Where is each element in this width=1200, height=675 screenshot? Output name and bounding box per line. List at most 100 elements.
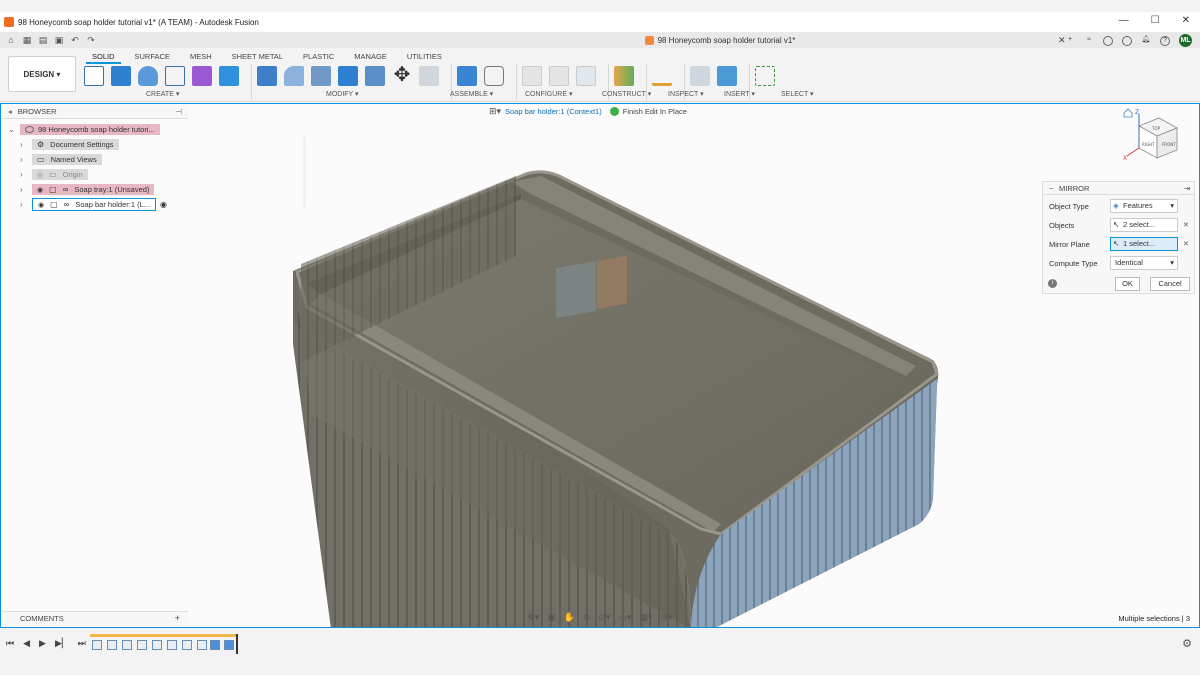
align-icon[interactable] bbox=[419, 66, 439, 86]
new-component-icon[interactable] bbox=[457, 66, 477, 86]
object-type-dropdown[interactable]: ◈ Features ▾ bbox=[1110, 199, 1178, 213]
configure-icon[interactable] bbox=[522, 66, 542, 86]
info-icon[interactable]: i bbox=[1048, 279, 1057, 288]
chevron-down-icon[interactable]: ⌄ bbox=[8, 125, 16, 134]
orbit-icon[interactable]: ✥▾ bbox=[527, 612, 539, 623]
display-settings-icon[interactable]: ▭▾ bbox=[618, 612, 631, 623]
eye-icon[interactable] bbox=[25, 126, 34, 133]
home-view-icon[interactable] bbox=[1123, 108, 1133, 118]
chevron-right-icon[interactable]: › bbox=[20, 185, 28, 194]
tab-manage[interactable]: MANAGE bbox=[348, 51, 393, 64]
maximize-button[interactable]: ☐ bbox=[1151, 15, 1160, 26]
browser-root-node[interactable]: ⌄ 98 Honeycomb soap holder tutori... bbox=[8, 122, 167, 137]
bell-icon[interactable]: 🔔︎ bbox=[1141, 36, 1151, 46]
offset-plane-icon[interactable] bbox=[614, 66, 634, 86]
browser-item-origin[interactable]: › ◎ ▭ Origin bbox=[20, 167, 167, 182]
group-configure[interactable]: CONFIGURE ▾ bbox=[525, 90, 572, 98]
zoom-icon[interactable]: ⊕ bbox=[583, 612, 591, 623]
offset-face-icon[interactable] bbox=[365, 66, 385, 86]
insert-derive-icon[interactable] bbox=[690, 66, 710, 86]
extensions-icon[interactable]: ≈ bbox=[1084, 36, 1094, 46]
pattern-icon[interactable] bbox=[192, 66, 212, 86]
group-create[interactable]: CREATE ▾ bbox=[146, 90, 179, 98]
objects-selection[interactable]: ↖ 2 select... bbox=[1110, 218, 1178, 232]
group-insert[interactable]: INSERT ▾ bbox=[724, 90, 755, 98]
timeline-end-icon[interactable]: ⏭ bbox=[78, 638, 86, 649]
mirror-dialog-header[interactable]: − MIRROR ⇥ bbox=[1043, 182, 1194, 195]
tab-sheet-metal[interactable]: SHEET METAL bbox=[226, 51, 289, 64]
group-assemble[interactable]: ASSEMBLE ▾ bbox=[450, 90, 493, 98]
browser-header[interactable]: ◂ BROWSER ⊣ bbox=[2, 105, 188, 119]
group-modify[interactable]: MODIFY ▾ bbox=[326, 90, 359, 98]
timeline-feature[interactable] bbox=[107, 640, 117, 650]
look-at-icon[interactable]: ▣ bbox=[547, 612, 556, 623]
chevron-right-icon[interactable]: › bbox=[20, 170, 28, 179]
timeline-feature[interactable] bbox=[137, 640, 147, 650]
measure-icon[interactable] bbox=[652, 66, 672, 86]
tab-surface[interactable]: SURFACE bbox=[129, 51, 176, 64]
chevron-right-icon[interactable]: › bbox=[20, 140, 28, 149]
cancel-button[interactable]: Cancel bbox=[1150, 277, 1190, 291]
tab-utilities[interactable]: UTILITIES bbox=[401, 51, 448, 64]
context-component-label[interactable]: Soap bar holder:1 (Context1) bbox=[505, 107, 602, 116]
tab-plastic[interactable]: PLASTIC bbox=[297, 51, 340, 64]
view-cube[interactable]: TOP RIGHT FRONT Z X bbox=[1121, 106, 1191, 176]
notifications-icon[interactable] bbox=[1122, 35, 1132, 46]
add-comment-button[interactable]: + bbox=[175, 613, 180, 623]
file-icon[interactable]: ▤ bbox=[38, 35, 48, 45]
compute-type-dropdown[interactable]: Identical ▾ bbox=[1110, 256, 1178, 270]
insert-image-icon[interactable] bbox=[717, 66, 737, 86]
document-tab[interactable]: 98 Honeycomb soap holder tutorial v1* bbox=[370, 32, 1070, 48]
expand-icon[interactable]: ⇥ bbox=[1184, 184, 1190, 193]
grid-icon[interactable]: ▦ bbox=[22, 35, 32, 45]
browser-item-soap-tray[interactable]: › ◉ ▢ ∞ Soap tray:1 (Unsaved) bbox=[20, 182, 167, 197]
chevron-right-icon[interactable]: › bbox=[20, 200, 28, 209]
ok-button[interactable]: OK bbox=[1115, 277, 1140, 291]
redo-icon[interactable]: ↷ bbox=[86, 35, 96, 45]
table-icon[interactable] bbox=[549, 66, 569, 86]
group-inspect[interactable]: INSPECT ▾ bbox=[668, 90, 704, 98]
timeline-feature[interactable] bbox=[92, 640, 102, 650]
clear-mirror-plane-icon[interactable]: ✕ bbox=[1183, 240, 1189, 248]
tab-mesh[interactable]: MESH bbox=[184, 51, 218, 64]
revolve-icon[interactable] bbox=[138, 66, 158, 86]
activate-radio-icon[interactable]: ◉ bbox=[160, 200, 167, 209]
model-render[interactable] bbox=[1, 104, 1200, 628]
browser-item-soap-bar-holder[interactable]: › ◉ ▢ ∞ Soap bar holder:1 (L... ◉ bbox=[20, 197, 167, 212]
fillet-icon[interactable] bbox=[284, 66, 304, 86]
browser-item-document-settings[interactable]: › ⚙ Document Settings bbox=[20, 137, 167, 152]
timeline-features[interactable] bbox=[88, 634, 238, 654]
timeline-forward-icon[interactable]: ▶▏ bbox=[55, 638, 69, 649]
timeline-start-icon[interactable]: ⏮ bbox=[6, 638, 14, 649]
timeline-feature[interactable] bbox=[197, 640, 207, 650]
minimize-button[interactable]: — bbox=[1119, 15, 1129, 26]
timeline-feature[interactable] bbox=[167, 640, 177, 650]
grid-settings-icon[interactable]: ▦▾ bbox=[639, 612, 652, 623]
timeline-back-icon[interactable]: ◀ bbox=[23, 638, 30, 649]
workspace-switcher[interactable]: DESIGN ▾ bbox=[8, 56, 76, 92]
box-icon[interactable] bbox=[219, 66, 239, 86]
joint-icon[interactable] bbox=[484, 66, 504, 86]
move-copy-icon[interactable]: ✥ bbox=[392, 65, 412, 86]
new-tab-icon[interactable]: + bbox=[1065, 36, 1075, 46]
press-pull-icon[interactable] bbox=[257, 66, 277, 86]
timeline-feature[interactable] bbox=[224, 640, 234, 650]
create-sketch-icon[interactable] bbox=[84, 66, 104, 86]
zoom-window-icon[interactable]: ⊙▾ bbox=[598, 612, 610, 623]
sweep-icon[interactable] bbox=[165, 66, 185, 86]
eye-icon[interactable]: ◉ bbox=[38, 201, 44, 209]
mirror-plane-selection[interactable]: ↖ 1 select... bbox=[1110, 237, 1178, 251]
combine-icon[interactable] bbox=[338, 66, 358, 86]
eye-icon[interactable]: ◉ bbox=[37, 186, 43, 194]
timeline-feature[interactable] bbox=[210, 640, 220, 650]
viewports-icon[interactable]: ⊞▾ bbox=[660, 612, 672, 623]
timeline-play-icon[interactable]: ▶ bbox=[39, 638, 46, 649]
select-icon[interactable] bbox=[755, 66, 775, 86]
timeline-feature[interactable] bbox=[122, 640, 132, 650]
group-select[interactable]: SELECT ▾ bbox=[781, 90, 814, 98]
close-window-button[interactable]: ✕ bbox=[1182, 15, 1190, 26]
finish-edit-in-place-button[interactable]: Finish Edit In Place bbox=[609, 106, 687, 116]
canvas-viewport[interactable]: TOP RIGHT FRONT Z X bbox=[0, 103, 1200, 628]
timeline-feature[interactable] bbox=[152, 640, 162, 650]
chevron-right-icon[interactable]: › bbox=[20, 155, 28, 164]
